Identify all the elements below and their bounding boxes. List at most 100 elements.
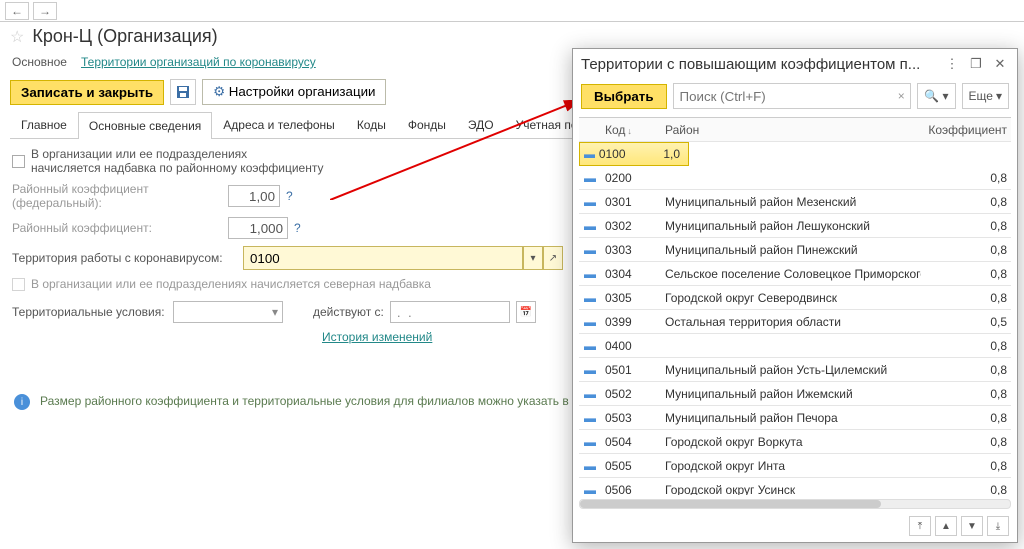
tab-2[interactable]: Адреса и телефоны [212, 111, 346, 138]
cell-coef: 0,8 [921, 435, 1011, 449]
table-row[interactable]: ▬01001,0 [579, 142, 689, 166]
save-button[interactable] [170, 79, 196, 105]
cell-coef: 0,8 [921, 171, 1011, 185]
territory-open-button[interactable]: ↗ [543, 246, 563, 270]
scroll-top-button[interactable]: ⤒ [909, 516, 931, 536]
cell-code: 0503 [601, 411, 661, 425]
expand-icon[interactable]: ▬ [579, 435, 601, 449]
valid-from-label: действуют с: [313, 305, 384, 319]
terr-cond-label: Территориальные условия: [12, 305, 167, 319]
cell-code: 0501 [601, 363, 661, 377]
expand-icon[interactable]: ▬ [579, 171, 601, 185]
save-and-close-button[interactable]: Записать и закрыть [10, 80, 164, 105]
expand-icon[interactable]: ▬ [579, 339, 601, 353]
cell-coef: 1,0 [636, 147, 684, 161]
table-row[interactable]: ▬0302Муниципальный район Лешуконский0,8 [579, 214, 1011, 238]
expand-icon[interactable]: ▬ [579, 411, 601, 425]
table-row[interactable]: ▬04000,8 [579, 334, 1011, 358]
territory-label: Территория работы с коронавирусом: [12, 251, 237, 265]
rk-federal-input[interactable] [228, 185, 280, 207]
select-button[interactable]: Выбрать [581, 84, 667, 109]
table-row[interactable]: ▬0503Муниципальный район Печора0,8 [579, 406, 1011, 430]
expand-icon[interactable]: ▬ [579, 387, 601, 401]
tab-1[interactable]: Основные сведения [78, 112, 212, 139]
history-link[interactable]: История изменений [322, 330, 432, 344]
expand-icon[interactable]: ▬ [579, 483, 601, 496]
calendar-icon[interactable]: 📅 [516, 301, 536, 323]
table-row[interactable]: ▬0502Муниципальный район Ижемский0,8 [579, 382, 1011, 406]
help-icon-2[interactable]: ? [294, 221, 301, 235]
territories-link[interactable]: Территории организаций по коронавирусу [81, 55, 316, 69]
scroll-down-button[interactable]: ▼ [961, 516, 983, 536]
popup-close-icon[interactable]: ✕ [991, 55, 1009, 73]
expand-icon[interactable]: ▬ [580, 147, 595, 161]
cell-coef: 0,8 [921, 291, 1011, 305]
more-button[interactable]: Еще ▾ [962, 83, 1009, 109]
favorite-star-icon[interactable]: ☆ [10, 27, 24, 47]
valid-from-date[interactable] [390, 301, 510, 323]
cell-coef: 0,8 [921, 195, 1011, 209]
expand-icon[interactable]: ▬ [579, 219, 601, 233]
tab-3[interactable]: Коды [346, 111, 397, 138]
chk2-label: В организации или ее подразделениях начи… [31, 277, 431, 291]
table-row[interactable]: ▬0305Городской округ Северодвинск0,8 [579, 286, 1011, 310]
expand-icon[interactable]: ▬ [579, 315, 601, 329]
search-button[interactable]: 🔍 ▾ [917, 83, 955, 109]
scroll-bottom-button[interactable]: ⤓ [987, 516, 1009, 536]
territory-dropdown-button[interactable]: ▾ [523, 246, 543, 270]
regional-surcharge-checkbox[interactable] [12, 155, 25, 168]
page-title: Крон-Ц (Организация) [32, 26, 217, 47]
expand-icon[interactable]: ▬ [579, 291, 601, 305]
expand-icon[interactable]: ▬ [579, 363, 601, 377]
expand-icon[interactable]: ▬ [579, 243, 601, 257]
table-row[interactable]: ▬0399Остальная территория области0,5 [579, 310, 1011, 334]
tab-4[interactable]: Фонды [397, 111, 457, 138]
col-code[interactable]: Код↓ [601, 123, 661, 137]
popup-restore-icon[interactable]: ❐ [967, 55, 985, 73]
cell-coef: 0,8 [921, 387, 1011, 401]
table-row[interactable]: ▬0506Городской округ Усинск0,8 [579, 478, 1011, 495]
table-row[interactable]: ▬0501Муниципальный район Усть-Цилемский0… [579, 358, 1011, 382]
table-row[interactable]: ▬0505Городской округ Инта0,8 [579, 454, 1011, 478]
cell-coef: 0,8 [921, 219, 1011, 233]
horizontal-scrollbar[interactable] [579, 497, 1011, 511]
scroll-up-button[interactable]: ▲ [935, 516, 957, 536]
table-row[interactable]: ▬0301Муниципальный район Мезенский0,8 [579, 190, 1011, 214]
territory-input[interactable] [243, 246, 523, 270]
col-coef[interactable]: Коэффициент [921, 123, 1011, 137]
help-icon[interactable]: ? [286, 189, 293, 203]
expand-icon[interactable]: ▬ [579, 459, 601, 473]
terr-cond-select[interactable]: ▾ [173, 301, 283, 323]
cell-region: Муниципальный район Лешуконский [661, 219, 921, 233]
cell-region: Муниципальный район Печора [661, 411, 921, 425]
cell-region: Муниципальный район Ижемский [661, 387, 921, 401]
cell-code: 0505 [601, 459, 661, 473]
territories-popup: Территории с повышающим коэффициентом п.… [572, 48, 1018, 543]
expand-icon[interactable]: ▬ [579, 267, 601, 281]
rk-input[interactable] [228, 217, 288, 239]
table-row[interactable]: ▬0304Сельское поселение Соловецкое Примо… [579, 262, 1011, 286]
table-row[interactable]: ▬0200 0,8 [579, 166, 1011, 190]
table-row[interactable]: ▬0303Муниципальный район Пинежский0,8 [579, 238, 1011, 262]
search-input[interactable] [674, 84, 893, 108]
cell-region: Городской округ Усинск [661, 483, 921, 496]
clear-search-icon[interactable]: × [892, 89, 910, 103]
nav-forward-button[interactable]: → [33, 2, 57, 20]
col-region[interactable]: Район [661, 123, 921, 137]
popup-menu-icon[interactable]: ⋮ [943, 55, 961, 73]
cell-code: 0502 [601, 387, 661, 401]
cell-code: 0303 [601, 243, 661, 257]
expand-icon[interactable]: ▬ [579, 195, 601, 209]
nav-back-button[interactable]: ← [5, 2, 29, 20]
org-settings-button[interactable]: ⚙ Настройки организации [202, 79, 386, 105]
cell-code: 0399 [601, 315, 661, 329]
tab-0[interactable]: Главное [10, 111, 78, 138]
org-settings-label: Настройки организации [229, 84, 376, 99]
section-main-link[interactable]: Основное [12, 55, 67, 69]
cell-code: 0200 [601, 171, 661, 185]
cell-region: Муниципальный район Пинежский [661, 243, 921, 257]
cell-code: 0305 [601, 291, 661, 305]
table-row[interactable]: ▬0504Городской округ Воркута0,8 [579, 430, 1011, 454]
cell-region: Сельское поселение Соловецкое Приморског… [661, 267, 921, 281]
tab-5[interactable]: ЭДО [457, 111, 505, 138]
